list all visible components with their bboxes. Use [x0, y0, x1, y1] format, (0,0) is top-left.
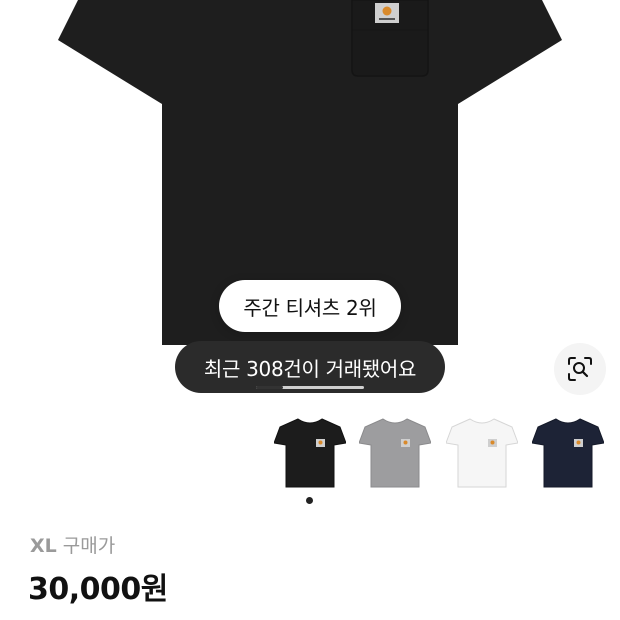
camera-lens-search-icon	[568, 357, 592, 381]
image-search-button[interactable]	[554, 343, 606, 395]
purchase-price-label: 구매가	[62, 535, 116, 557]
image-carousel-progress-fill	[256, 386, 283, 389]
product-detail-screen: 주간 티셔츠 2위 최근 308건이 거래됐어요 XL 구매가 30,000원	[0, 0, 620, 620]
color-option-grey[interactable]	[359, 413, 431, 493]
shirt-sleeve-left	[58, 0, 162, 104]
weekly-rank-badge: 주간 티셔츠 2위	[219, 280, 401, 332]
purchase-price: 30,000원	[28, 572, 168, 607]
size-label: XL	[30, 535, 57, 557]
shirt-sleeve-right	[458, 0, 562, 104]
brand-label-icon	[375, 3, 399, 23]
size-price-label-row: XL 구매가	[30, 531, 115, 558]
thumbnail-page-indicator	[306, 497, 313, 504]
color-option-white[interactable]	[446, 413, 518, 493]
color-option-navy[interactable]	[532, 413, 604, 493]
image-carousel-progress	[256, 386, 364, 389]
color-option-black[interactable]	[274, 413, 346, 493]
